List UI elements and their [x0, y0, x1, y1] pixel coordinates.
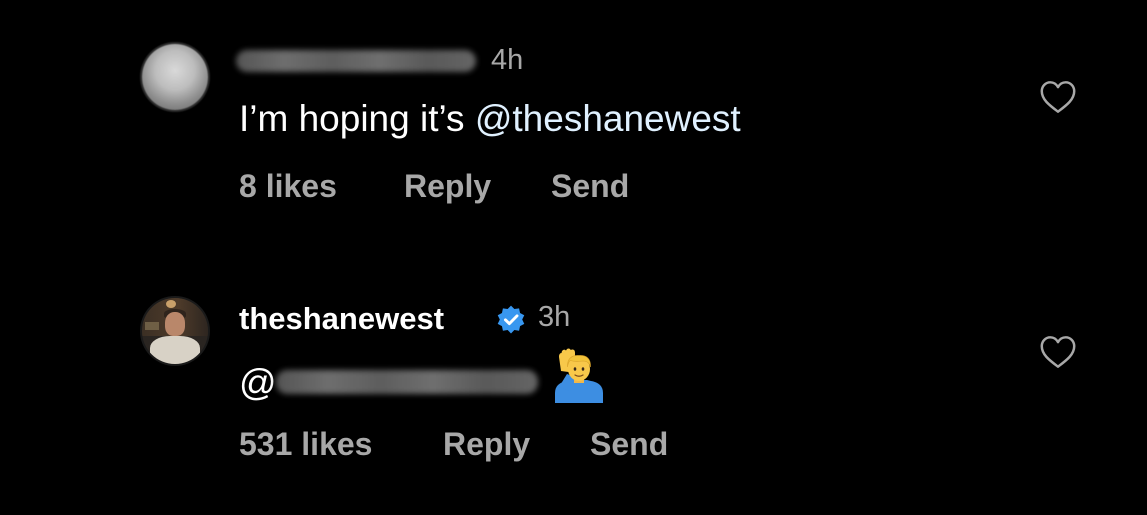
heart-outline-icon[interactable] — [1039, 335, 1077, 369]
send-button[interactable]: Send — [551, 168, 629, 205]
comment-text-plain: I’m hoping it’s — [239, 98, 475, 139]
comment-item: theshanewest 3h @ 531 likes Reply Send — [0, 250, 1147, 515]
avatar[interactable] — [142, 298, 208, 364]
likes-count[interactable]: 531 likes — [239, 426, 443, 463]
blurred-username[interactable] — [236, 50, 476, 72]
heart-outline-icon[interactable] — [1039, 80, 1077, 114]
likes-count[interactable]: 8 likes — [239, 168, 404, 205]
mention-prefix: @ — [239, 362, 277, 403]
mention-link[interactable]: @theshanewest — [475, 98, 741, 139]
comment-actions: 8 likes Reply Send — [239, 168, 629, 205]
avatar[interactable] — [142, 44, 208, 110]
comment-timestamp: 4h — [491, 44, 524, 76]
reply-button[interactable]: Reply — [443, 426, 590, 463]
reply-button[interactable]: Reply — [404, 168, 551, 205]
verified-badge-icon — [497, 305, 525, 334]
comment-item: 4h I’m hoping it’s @theshanewest 8 likes… — [0, 0, 1147, 250]
send-button[interactable]: Send — [590, 426, 668, 463]
blurred-mention[interactable] — [276, 370, 538, 394]
comment-timestamp: 3h — [538, 301, 571, 333]
person-raising-hand-emoji — [555, 348, 603, 403]
comment-actions: 531 likes Reply Send — [239, 426, 668, 463]
comment-text: I’m hoping it’s @theshanewest — [239, 98, 741, 140]
comment-username[interactable]: theshanewest — [239, 301, 444, 337]
